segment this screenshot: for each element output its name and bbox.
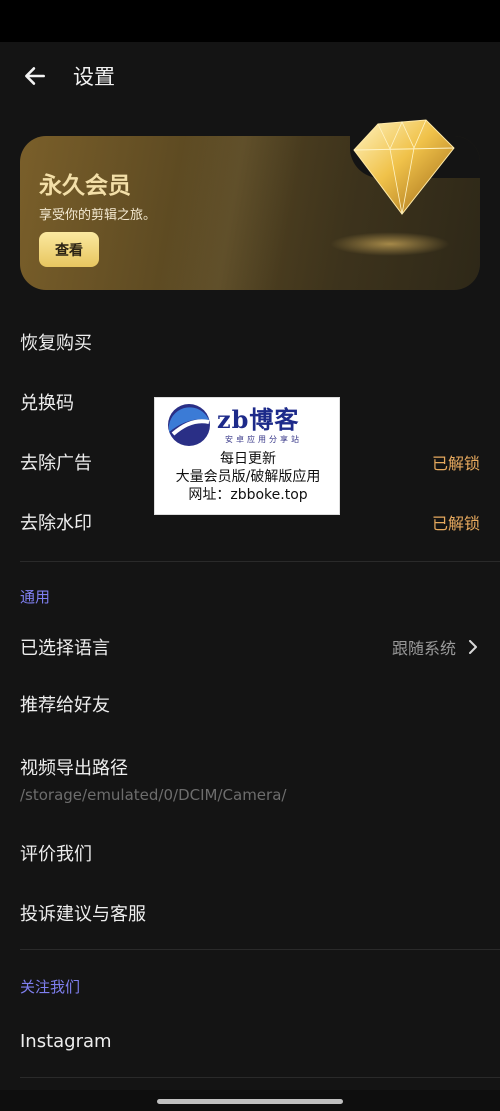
row-label: 恢复购买: [20, 333, 92, 354]
feedback-row[interactable]: 投诉建议与客服: [0, 883, 500, 943]
back-button[interactable]: [0, 42, 70, 110]
divider: [20, 561, 500, 562]
section-follow-header: 关注我们: [20, 978, 81, 996]
watermark-line: 每日更新: [220, 451, 276, 467]
vip-subtitle: 享受你的剪辑之旅。: [39, 208, 157, 223]
row-label: 视频导出路径: [20, 758, 128, 779]
rate-us-row[interactable]: 评价我们: [0, 823, 500, 883]
language-row[interactable]: 已选择语言 跟随系统: [0, 617, 500, 677]
app-bar: 设置: [0, 42, 500, 110]
vip-title: 永久会员: [39, 173, 131, 199]
section-general-header: 通用: [20, 588, 51, 606]
row-label: 投诉建议与客服: [20, 904, 146, 925]
export-path-value: /storage/emulated/0/DCIM/Camera/: [20, 786, 287, 804]
home-indicator[interactable]: [157, 1099, 343, 1104]
page-title: 设置: [73, 65, 115, 89]
status-bar: [0, 0, 500, 42]
unlocked-status: 已解锁: [431, 514, 480, 533]
restore-purchase-row[interactable]: 恢复购买: [0, 312, 500, 372]
export-path-row[interactable]: 视频导出路径 /storage/emulated/0/DCIM/Camera/: [0, 744, 500, 814]
view-button[interactable]: 查看: [39, 232, 99, 267]
arrow-left-icon: [25, 67, 45, 85]
row-label: 推荐给好友: [20, 695, 110, 716]
card-shine: [152, 136, 308, 290]
row-label: Instagram: [20, 1030, 112, 1052]
row-label: 已选择语言: [20, 638, 110, 659]
watermark-line: 大量会员版/破解版应用: [175, 469, 321, 485]
unlocked-status: 已解锁: [431, 454, 480, 473]
diamond-glow: [330, 232, 450, 256]
row-label: 评价我们: [20, 844, 92, 865]
divider: [20, 949, 500, 950]
language-value: 跟随系统: [391, 639, 456, 658]
watermark-brand-sub: 安卓应用分享站: [225, 435, 302, 444]
chevron-right-icon: [469, 640, 477, 654]
watermark-overlay: zb博客 安卓应用分享站 每日更新 大量会员版/破解版应用 网址：zbboke.…: [154, 397, 340, 515]
blog-logo-icon: [168, 404, 210, 446]
watermark-line: 网址：zbboke.top: [188, 487, 308, 503]
instagram-row[interactable]: Instagram: [0, 1011, 500, 1071]
divider: [20, 1077, 500, 1078]
recommend-row[interactable]: 推荐给好友: [0, 674, 500, 734]
diamond-icon: [353, 119, 455, 215]
watermark-brand: zb博客: [217, 405, 300, 434]
